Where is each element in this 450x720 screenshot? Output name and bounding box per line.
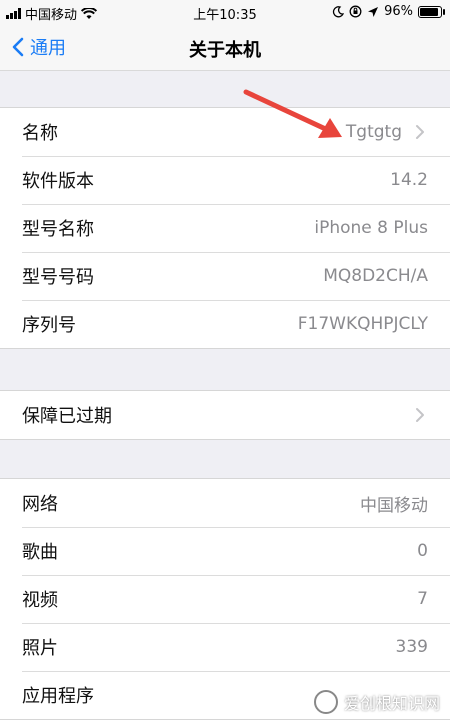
row-label: 照片 bbox=[22, 638, 58, 659]
watermark-text: 爱创根知识网 bbox=[343, 694, 440, 713]
row-network: 网络 中国移动 bbox=[0, 479, 450, 527]
page-title: 关于本机 bbox=[189, 40, 261, 61]
row-coverage-expired[interactable]: 保障已过期 bbox=[0, 391, 450, 439]
row-value: 339 bbox=[395, 637, 428, 657]
row-label: 型号名称 bbox=[22, 219, 94, 240]
row-software-version: 软件版本 14.2 bbox=[0, 156, 450, 204]
moon-icon bbox=[333, 5, 345, 17]
row-value: MQ8D2CH/A bbox=[323, 266, 428, 286]
location-icon bbox=[368, 6, 379, 17]
row-value: Tgtgtg bbox=[345, 122, 402, 142]
chevron-right-icon bbox=[416, 125, 424, 139]
row-label: 软件版本 bbox=[22, 171, 94, 192]
row-label: 型号号码 bbox=[22, 267, 94, 288]
usage-group: 网络 中国移动 歌曲 0 视频 7 照片 339 应用程序 bbox=[0, 478, 450, 720]
row-model-number[interactable]: 型号号码 MQ8D2CH/A bbox=[0, 252, 450, 300]
row-label: 歌曲 bbox=[22, 542, 58, 563]
status-right: 96% bbox=[332, 4, 445, 19]
row-photos: 照片 339 bbox=[0, 623, 450, 671]
row-label: 保障已过期 bbox=[22, 406, 112, 427]
row-model-name: 型号名称 iPhone 8 Plus bbox=[0, 204, 450, 252]
nav-bar: 通用 关于本机 bbox=[0, 24, 450, 71]
row-songs: 歌曲 0 bbox=[0, 527, 450, 575]
watermark: 爱创根知识网 bbox=[313, 690, 440, 714]
row-value: 中国移动 bbox=[360, 495, 428, 516]
battery-icon bbox=[418, 5, 445, 18]
row-value: F17WKQHPJCLY bbox=[297, 314, 428, 334]
row-serial-number: 序列号 F17WKQHPJCLY bbox=[0, 300, 450, 348]
row-name[interactable]: 名称 Tgtgtg bbox=[0, 108, 450, 156]
chevron-right-icon bbox=[416, 408, 424, 422]
row-label: 名称 bbox=[22, 123, 58, 144]
row-label: 视频 bbox=[22, 590, 58, 611]
battery-fill bbox=[420, 7, 439, 16]
battery-percent: 96% bbox=[384, 4, 413, 19]
watermark-logo-icon bbox=[313, 690, 338, 714]
status-bar: 中国移动 上午10:35 96% bbox=[0, 0, 450, 24]
device-info-group: 名称 Tgtgtg 软件版本 14.2 型号名称 iPhone 8 Plus 型… bbox=[0, 107, 450, 349]
row-label: 序列号 bbox=[22, 315, 76, 336]
row-value: 0 bbox=[417, 541, 428, 561]
lock-rotation-icon bbox=[349, 5, 362, 18]
row-value: 14.2 bbox=[390, 170, 428, 190]
row-videos: 视频 7 bbox=[0, 575, 450, 623]
row-label: 网络 bbox=[22, 494, 58, 515]
row-value: iPhone 8 Plus bbox=[314, 218, 428, 238]
row-value: 7 bbox=[417, 589, 428, 609]
coverage-group: 保障已过期 bbox=[0, 390, 450, 440]
